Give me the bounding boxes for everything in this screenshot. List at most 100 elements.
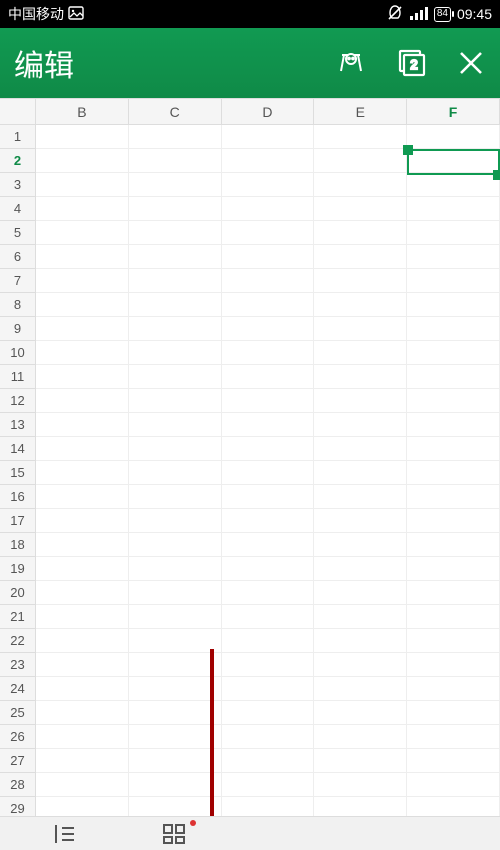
cell[interactable] xyxy=(314,125,407,149)
cell[interactable] xyxy=(407,725,500,749)
cell[interactable] xyxy=(222,317,315,341)
cell[interactable] xyxy=(314,653,407,677)
cell[interactable] xyxy=(36,533,129,557)
cell[interactable] xyxy=(222,365,315,389)
cell[interactable] xyxy=(222,629,315,653)
col-header-E[interactable]: E xyxy=(314,99,407,124)
cell[interactable] xyxy=(222,389,315,413)
row-header[interactable]: 27 xyxy=(0,749,36,773)
cell[interactable] xyxy=(222,725,315,749)
cell[interactable] xyxy=(222,557,315,581)
cell[interactable] xyxy=(314,749,407,773)
cell[interactable] xyxy=(222,533,315,557)
cell[interactable] xyxy=(129,437,222,461)
cell[interactable] xyxy=(222,293,315,317)
cell[interactable] xyxy=(407,533,500,557)
row-header[interactable]: 29 xyxy=(0,797,36,816)
cell[interactable] xyxy=(314,773,407,797)
row-header[interactable]: 12 xyxy=(0,389,36,413)
cell[interactable] xyxy=(222,437,315,461)
cell[interactable] xyxy=(36,293,129,317)
cell[interactable] xyxy=(314,677,407,701)
row-header[interactable]: 6 xyxy=(0,245,36,269)
cell[interactable] xyxy=(407,557,500,581)
cell[interactable] xyxy=(314,437,407,461)
cell[interactable] xyxy=(129,365,222,389)
row-header[interactable]: 24 xyxy=(0,677,36,701)
apps-grid-icon[interactable] xyxy=(160,822,190,846)
cell[interactable] xyxy=(36,413,129,437)
cell[interactable] xyxy=(222,461,315,485)
cell[interactable] xyxy=(129,701,222,725)
close-button[interactable] xyxy=(456,48,486,78)
row-header[interactable]: 13 xyxy=(0,413,36,437)
cell[interactable] xyxy=(314,197,407,221)
row-header[interactable]: 21 xyxy=(0,605,36,629)
cell[interactable] xyxy=(407,749,500,773)
cell[interactable] xyxy=(314,533,407,557)
cell[interactable] xyxy=(36,149,129,173)
cell[interactable] xyxy=(36,341,129,365)
cell[interactable] xyxy=(222,197,315,221)
cell[interactable] xyxy=(222,605,315,629)
cell[interactable] xyxy=(36,509,129,533)
cell[interactable] xyxy=(36,773,129,797)
cell[interactable] xyxy=(129,509,222,533)
row-header[interactable]: 1 xyxy=(0,125,36,149)
cell[interactable] xyxy=(314,629,407,653)
cell[interactable] xyxy=(314,557,407,581)
cell[interactable] xyxy=(129,125,222,149)
cell[interactable] xyxy=(36,461,129,485)
cell[interactable] xyxy=(314,317,407,341)
row-header[interactable]: 4 xyxy=(0,197,36,221)
cell[interactable] xyxy=(407,197,500,221)
row-header[interactable]: 8 xyxy=(0,293,36,317)
cell[interactable] xyxy=(222,221,315,245)
row-header[interactable]: 23 xyxy=(0,653,36,677)
cell[interactable] xyxy=(129,557,222,581)
cell[interactable] xyxy=(129,653,222,677)
cell[interactable] xyxy=(36,317,129,341)
cell[interactable] xyxy=(222,341,315,365)
row-header[interactable]: 19 xyxy=(0,557,36,581)
cell[interactable] xyxy=(407,221,500,245)
cell[interactable] xyxy=(314,173,407,197)
cell[interactable] xyxy=(36,677,129,701)
cell[interactable] xyxy=(129,245,222,269)
cell[interactable] xyxy=(129,749,222,773)
cell[interactable] xyxy=(314,581,407,605)
cell[interactable] xyxy=(36,269,129,293)
row-header[interactable]: 14 xyxy=(0,437,36,461)
cell[interactable] xyxy=(36,197,129,221)
cell[interactable] xyxy=(36,581,129,605)
col-header-D[interactable]: D xyxy=(222,99,315,124)
cell[interactable] xyxy=(407,365,500,389)
row-header[interactable]: 2 xyxy=(0,149,36,173)
cell[interactable] xyxy=(129,461,222,485)
cell[interactable] xyxy=(129,485,222,509)
cell[interactable] xyxy=(129,149,222,173)
cell[interactable] xyxy=(36,389,129,413)
cell[interactable] xyxy=(407,245,500,269)
cell[interactable] xyxy=(36,749,129,773)
row-header[interactable]: 20 xyxy=(0,581,36,605)
assistant-icon[interactable] xyxy=(336,48,366,78)
cell[interactable] xyxy=(129,773,222,797)
cell[interactable] xyxy=(129,173,222,197)
row-header[interactable]: 10 xyxy=(0,341,36,365)
cell[interactable] xyxy=(314,509,407,533)
cell[interactable] xyxy=(407,269,500,293)
cell[interactable] xyxy=(222,509,315,533)
cell[interactable] xyxy=(36,485,129,509)
cell[interactable] xyxy=(129,629,222,653)
cell[interactable] xyxy=(407,701,500,725)
cell[interactable] xyxy=(129,533,222,557)
cell[interactable] xyxy=(129,221,222,245)
row-header[interactable]: 28 xyxy=(0,773,36,797)
cell[interactable] xyxy=(36,629,129,653)
row-header[interactable]: 18 xyxy=(0,533,36,557)
cell[interactable] xyxy=(407,317,500,341)
cell[interactable] xyxy=(407,437,500,461)
panel-left-icon[interactable] xyxy=(50,822,80,846)
cell[interactable] xyxy=(222,797,315,816)
